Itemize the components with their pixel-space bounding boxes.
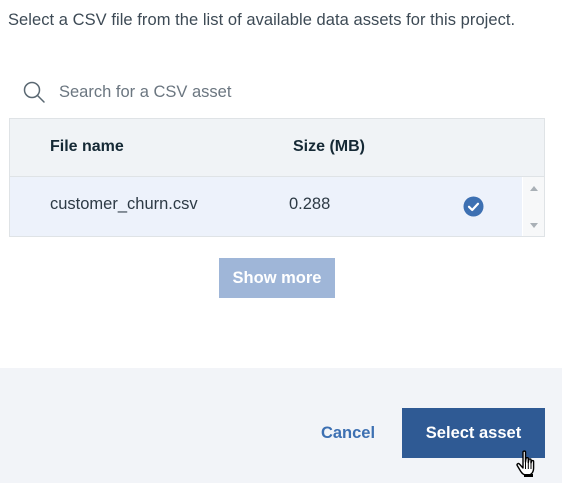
csv-asset-table: File name Size (MB) customer_churn.csv 0… <box>9 118 545 237</box>
cancel-button[interactable]: Cancel <box>304 408 392 458</box>
column-header-file-name[interactable]: File name <box>50 138 124 156</box>
show-more-button[interactable]: Show more <box>219 258 335 298</box>
search-bar[interactable] <box>22 78 542 106</box>
select-csv-dialog: Select a CSV file from the list of avail… <box>0 0 562 483</box>
column-header-size[interactable]: Size (MB) <box>293 138 365 156</box>
file-name-cell: customer_churn.csv <box>50 195 198 213</box>
file-size-cell: 0.288 <box>289 195 331 213</box>
table-row[interactable]: customer_churn.csv 0.288 <box>10 177 522 236</box>
table-header: File name Size (MB) <box>10 119 544 177</box>
table-scrollbar[interactable] <box>523 177 544 236</box>
select-asset-button[interactable]: Select asset <box>402 408 545 458</box>
search-input[interactable] <box>59 82 479 102</box>
dialog-footer: Cancel Select asset <box>0 368 562 483</box>
checkmark-icon[interactable] <box>463 196 484 217</box>
scroll-up-arrow-icon[interactable] <box>530 186 538 191</box>
scroll-down-arrow-icon[interactable] <box>530 223 538 228</box>
instruction-text: Select a CSV file from the list of avail… <box>8 11 516 29</box>
search-icon <box>22 80 46 104</box>
